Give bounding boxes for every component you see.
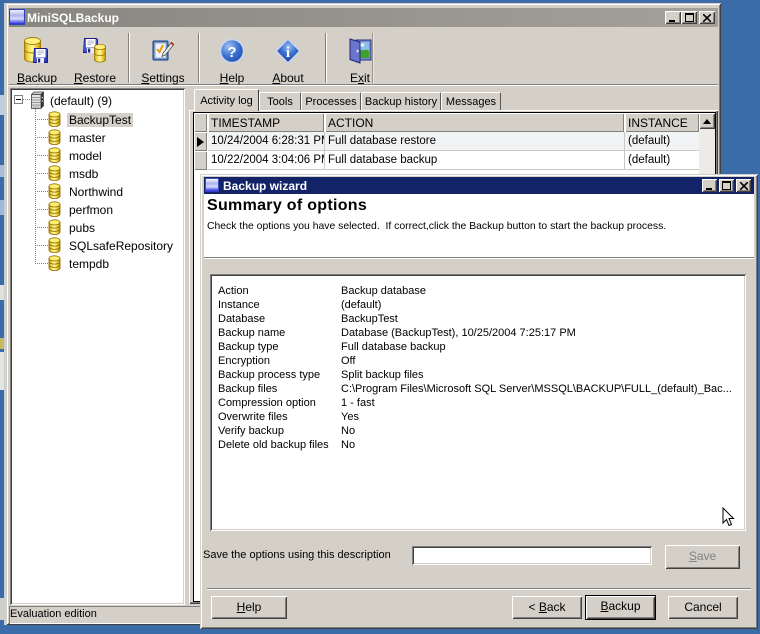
svg-text:i: i bbox=[286, 45, 290, 61]
svg-text:?: ? bbox=[227, 44, 236, 61]
